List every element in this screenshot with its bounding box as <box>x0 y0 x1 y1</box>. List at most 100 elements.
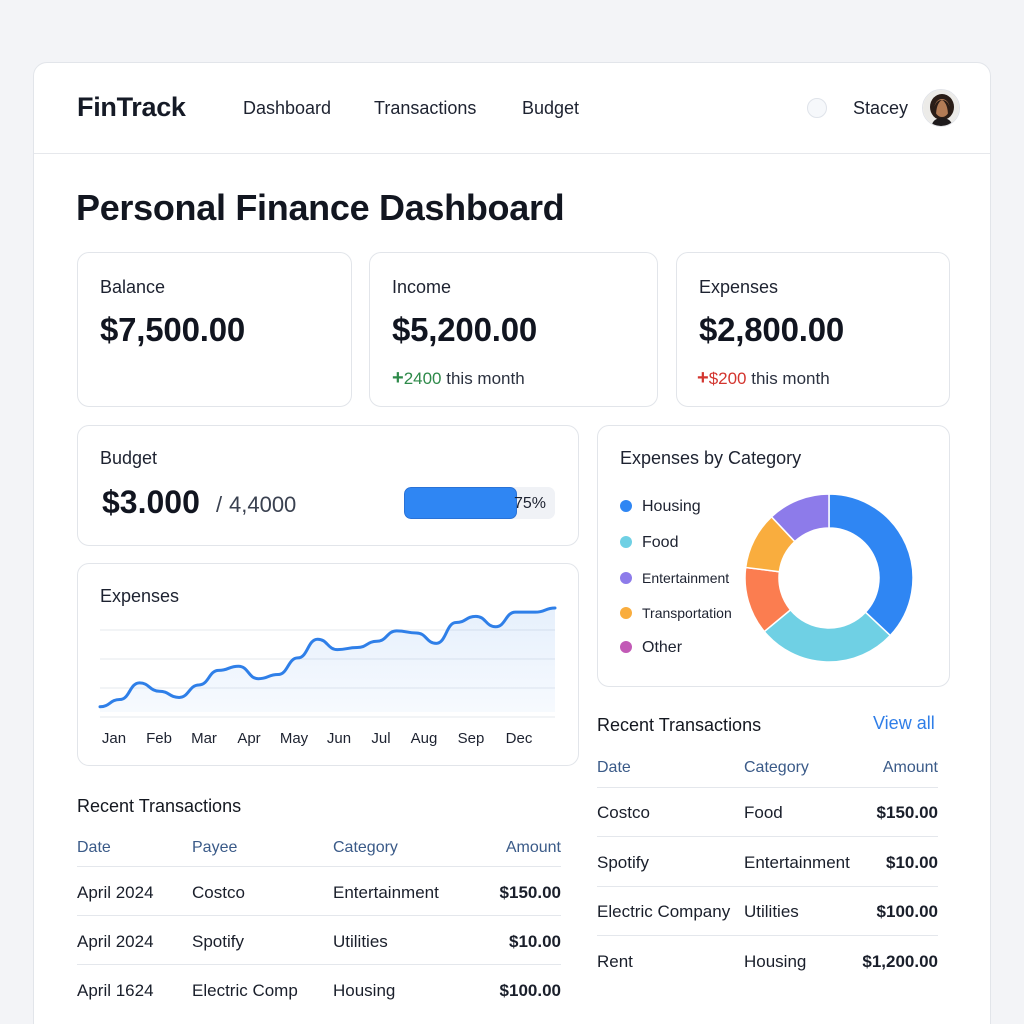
top-bar: FinTrack Dashboard Transactions Budget S… <box>34 63 990 154</box>
row-payee: Costco <box>597 803 650 822</box>
chart-x-tick-label: May <box>280 730 309 747</box>
recent-transactions-title: Recent Transactions <box>77 796 242 816</box>
balance-label: Balance <box>100 277 166 297</box>
balance-card: Balance $7,500.00 <box>77 252 352 407</box>
chart-x-tick-label: Aug <box>411 730 438 747</box>
expenses-delta-value: $200 <box>708 369 747 388</box>
table-divider <box>77 964 561 965</box>
chart-x-tick-label: Dec <box>506 730 533 747</box>
nav-budget[interactable]: Budget <box>522 98 579 119</box>
table-divider <box>597 886 938 887</box>
legend-dot <box>620 500 632 512</box>
income-value: $5,200.00 <box>392 311 538 348</box>
row-category: Utilities <box>744 902 799 921</box>
column-header-amount[interactable]: Amount <box>454 839 561 857</box>
chart-x-tick-label: Jul <box>371 730 390 747</box>
recent-transactions-title: Recent Transactions <box>597 715 762 735</box>
legend-item-transportation: Transportation <box>620 605 732 623</box>
table-divider <box>77 915 561 916</box>
column-header-date[interactable]: Date <box>597 759 631 777</box>
row-amount: $150.00 <box>876 803 938 822</box>
legend-label: Entertainment <box>642 570 730 586</box>
category-donut-chart <box>744 493 914 663</box>
legend-dot <box>620 607 632 619</box>
column-header-date[interactable]: Date <box>77 839 111 857</box>
legend-item-entertainment: Entertainment <box>620 570 729 588</box>
row-amount: $10.00 <box>509 932 561 951</box>
chart-x-tick-label: Sep <box>458 730 485 747</box>
expenses-value: $2,800.00 <box>699 311 845 348</box>
legend-dot <box>620 536 632 548</box>
row-category: Utilities <box>333 932 388 951</box>
budget-total: 4,4000 <box>229 492 297 517</box>
row-category: Food <box>744 803 783 822</box>
row-amount: $10.00 <box>886 853 938 872</box>
budget-percent: 75% <box>514 495 547 512</box>
nav-transactions[interactable]: Transactions <box>374 98 476 119</box>
nav-dashboard[interactable]: Dashboard <box>243 98 331 119</box>
row-amount: $100.00 <box>499 981 561 1000</box>
budget-progress-fill <box>404 487 518 519</box>
chart-x-tick-label: Apr <box>237 730 260 747</box>
increase-icon: + <box>697 367 709 389</box>
legend-item-housing: Housing <box>620 498 701 516</box>
expenses-chart-card: Expenses Jan Feb Mar Apr May Jun Jul Aug Sep Dec <box>77 563 579 766</box>
column-header-category[interactable]: Category <box>744 759 809 777</box>
column-header-category[interactable]: Category <box>333 839 398 857</box>
budget-card: Budget $3.000 / 4,4000 75% <box>77 425 579 546</box>
income-delta-suffix: this month <box>441 369 525 388</box>
expenses-card: Expenses $2,800.00 +$200 this month <box>676 252 950 407</box>
row-date: April 2024 <box>77 932 154 951</box>
legend-dot <box>620 572 632 584</box>
donut-slice-housing[interactable] <box>828 493 914 637</box>
table-divider <box>597 836 938 837</box>
row-payee: Electric Company <box>597 902 731 921</box>
row-amount: $1,200.00 <box>862 952 938 971</box>
income-delta: +2400 this month <box>392 367 525 390</box>
category-card: Expenses by Category Housing Food Entert… <box>597 425 950 687</box>
chart-x-tick-label: Mar <box>191 730 217 747</box>
legend-label: Housing <box>642 498 701 515</box>
legend-label: Food <box>642 534 679 551</box>
avatar-image <box>923 90 959 126</box>
avatar[interactable] <box>922 89 960 127</box>
balance-value: $7,500.00 <box>100 311 246 348</box>
expenses-label: Expenses <box>699 277 779 297</box>
income-label: Income <box>392 277 452 297</box>
row-payee: Rent <box>597 952 633 971</box>
row-amount: $150.00 <box>499 883 561 902</box>
income-card: Income $5,200.00 +2400 this month <box>369 252 658 407</box>
budget-separator: / <box>216 492 223 517</box>
column-header-payee[interactable]: Payee <box>192 839 237 857</box>
chart-x-tick-label: Jan <box>102 730 126 747</box>
app-window: FinTrack Dashboard Transactions Budget S… <box>33 62 991 1024</box>
income-delta-value: 2400 <box>403 369 442 388</box>
legend-label: Other <box>642 639 683 656</box>
table-divider <box>77 866 561 867</box>
increase-icon: + <box>392 367 404 389</box>
row-amount: $100.00 <box>876 902 938 921</box>
category-title: Expenses by Category <box>620 448 802 468</box>
table-divider <box>597 935 938 936</box>
row-payee: Spotify <box>192 932 244 951</box>
legend-item-food: Food <box>620 534 678 552</box>
expenses-delta: +$200 this month <box>697 367 830 390</box>
chart-x-tick-label: Feb <box>146 730 172 747</box>
row-category: Entertainment <box>333 883 439 902</box>
notification-icon[interactable] <box>807 98 827 118</box>
app-logo[interactable]: FinTrack <box>77 92 186 123</box>
page-title: Personal Finance Dashboard <box>76 187 565 228</box>
table-divider <box>597 787 938 788</box>
legend-item-other: Other <box>620 639 682 657</box>
expenses-line-chart: Jan Feb Mar Apr May Jun Jul Aug Sep Dec <box>98 606 557 747</box>
legend-label: Transportation <box>642 605 732 621</box>
legend-dot <box>620 641 632 653</box>
view-all-link[interactable]: View all <box>873 713 935 734</box>
row-date: April 1624 <box>77 981 154 1000</box>
row-payee: Electric Comp <box>192 981 298 1000</box>
row-category: Housing <box>333 981 396 1000</box>
donut-slice-food[interactable] <box>763 608 892 663</box>
row-date: April 2024 <box>77 883 154 902</box>
user-name[interactable]: Stacey <box>853 98 908 119</box>
column-header-amount[interactable]: Amount <box>844 759 938 777</box>
